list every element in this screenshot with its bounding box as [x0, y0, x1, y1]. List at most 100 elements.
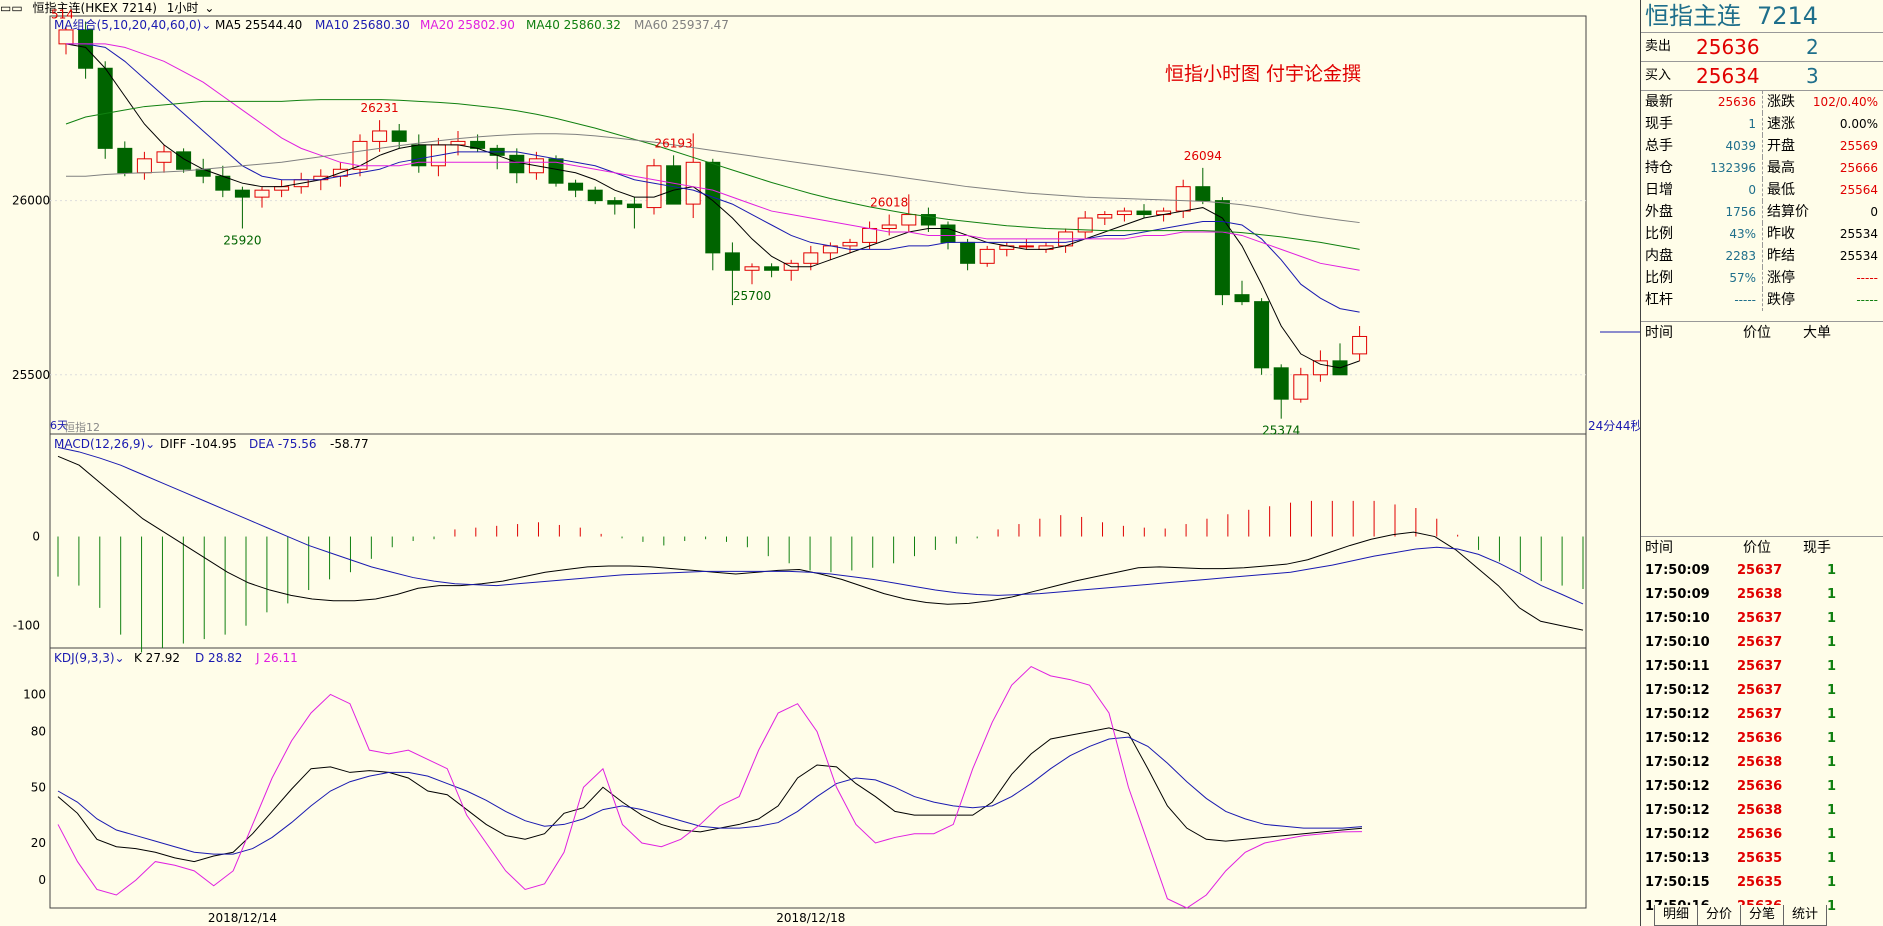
col-time: 时间 — [1645, 325, 1673, 341]
stat-row: 内盘 2283 昨结 25534 — [1641, 245, 1883, 267]
macd-dea: DEA -75.56 — [249, 437, 317, 451]
stat-key: 昨收 — [1767, 226, 1795, 242]
trade-price: 25635 — [1737, 851, 1783, 866]
trade-volume: 1 — [1827, 851, 1837, 866]
stat-row: 总手 4039 开盘 25569 — [1641, 135, 1883, 157]
stat-cell: 跌停 ----- — [1762, 289, 1883, 311]
candle — [666, 165, 682, 205]
candle — [568, 182, 584, 191]
price-annotation: 26193 — [655, 136, 693, 150]
tab-price[interactable]: 分价 — [1697, 905, 1742, 926]
stat-value: 25636 — [1717, 95, 1756, 109]
candle — [1293, 374, 1309, 400]
col-price: 价位 — [1743, 325, 1771, 341]
candle — [705, 161, 721, 254]
tab-detail[interactable]: 明细 — [1654, 905, 1699, 926]
trade-time: 17:50:09 — [1645, 563, 1710, 578]
trade-volume: 1 — [1827, 755, 1837, 770]
candle — [1234, 294, 1250, 303]
y-tick-label: 26000 — [12, 194, 50, 208]
col-price: 价位 — [1743, 540, 1771, 556]
trade-row: 17:50:13 25635 1 — [1641, 847, 1883, 871]
candle — [685, 161, 701, 205]
candle — [626, 203, 642, 209]
macd-title[interactable]: MACD(12,26,9)⌄ — [54, 437, 155, 451]
quote-header: 恒指主连 7214 — [1641, 0, 1883, 33]
trade-list[interactable]: 17:50:09 25637 1 17:50:09 25638 1 17:50:10 2563… — [1641, 559, 1883, 919]
buy-row: 买入 25634 3 — [1641, 61, 1883, 90]
stat-value: 1756 — [1725, 205, 1756, 219]
trade-volume: 1 — [1827, 611, 1837, 626]
trade-row: 17:50:12 25637 1 — [1641, 679, 1883, 703]
trade-row: 17:50:12 25636 1 — [1641, 823, 1883, 847]
trade-row: 17:50:12 25638 1 — [1641, 799, 1883, 823]
trade-time: 17:50:13 — [1645, 851, 1710, 866]
tab-stats[interactable]: 统计 — [1783, 905, 1828, 926]
y-tick-label: 20 — [31, 836, 46, 850]
candle — [1273, 367, 1289, 400]
candle — [842, 241, 858, 247]
candle — [979, 248, 995, 264]
plot-frame — [49, 15, 1587, 909]
stat-cell: 外盘 1756 — [1641, 201, 1762, 223]
trade-row: 17:50:09 25637 1 — [1641, 559, 1883, 583]
big-order-list[interactable] — [1641, 344, 1883, 536]
quote-panel: 恒指主连 7214 卖出 25636 2 买入 25634 3 最新 25636 涨跌… — [1640, 0, 1883, 926]
trade-price: 25635 — [1737, 875, 1783, 890]
detail-tabs: 明细 分价 分笔 统计 — [1640, 905, 1883, 926]
macd-line — [57, 455, 1584, 631]
kdj-line — [57, 736, 1363, 855]
trade-price: 25637 — [1737, 659, 1783, 674]
stat-cell: 杠杆 ----- — [1641, 289, 1762, 311]
price-annotation: 25700 — [733, 289, 771, 303]
stat-key: 外盘 — [1645, 204, 1673, 220]
trade-price: 25637 — [1737, 635, 1783, 650]
ma5-label: MA5 25544.40 — [215, 18, 302, 32]
stat-value: 4039 — [1725, 139, 1756, 153]
trade-time: 17:50:12 — [1645, 803, 1710, 818]
trade-row: 17:50:12 25637 1 — [1641, 703, 1883, 727]
stat-cell: 最低 25564 — [1762, 179, 1883, 201]
candle — [450, 140, 466, 146]
candle — [136, 158, 152, 174]
trade-volume: 1 — [1827, 803, 1837, 818]
stat-value: 2283 — [1725, 249, 1756, 263]
trade-row: 17:50:12 25638 1 — [1641, 751, 1883, 775]
annotation-text: 恒指小时图 付宇论金撰 — [1165, 63, 1361, 85]
trade-price: 25638 — [1737, 803, 1783, 818]
main-indicator-title[interactable]: MA组合(5,10,20,40,60,0)⌄ — [54, 17, 211, 32]
stat-cell: 结算价 0 — [1762, 201, 1883, 223]
trade-price: 25637 — [1737, 611, 1783, 626]
stat-row: 杠杆 ----- 跌停 ----- — [1641, 289, 1883, 311]
trade-price: 25636 — [1737, 731, 1783, 746]
stat-cell: 昨结 25534 — [1762, 245, 1883, 267]
trade-time: 17:50:12 — [1645, 683, 1710, 698]
stat-row: 现手 1 速涨 0.00% — [1641, 113, 1883, 135]
kdj-title[interactable]: KDJ(9,3,3)⌄ — [54, 651, 125, 665]
sell-label: 卖出 — [1645, 39, 1672, 54]
x-tick-label: 2018/12/14 — [208, 911, 277, 925]
trade-row: 17:50:09 25638 1 — [1641, 583, 1883, 607]
candle — [1018, 245, 1034, 248]
stat-key: 速涨 — [1767, 116, 1795, 132]
stat-row: 外盘 1756 结算价 0 — [1641, 201, 1883, 223]
col-time: 时间 — [1645, 540, 1673, 556]
stat-value: 0.00% — [1839, 117, 1878, 131]
sell-volume: 2 — [1806, 35, 1819, 59]
candle — [803, 252, 819, 264]
price-annotation: 26231 — [361, 101, 399, 115]
stat-cell: 涨跌 102/0.40% — [1762, 91, 1883, 113]
tab-tick[interactable]: 分笔 — [1740, 905, 1785, 926]
y-tick-label: 0 — [38, 873, 46, 887]
trade-price: 25638 — [1737, 587, 1783, 602]
stat-cell: 比例 43% — [1641, 223, 1762, 245]
trade-time: 17:50:12 — [1645, 707, 1710, 722]
candle — [764, 266, 780, 271]
stat-value: 25666 — [1839, 161, 1878, 175]
trade-row: 17:50:12 25636 1 — [1641, 727, 1883, 751]
stat-key: 最高 — [1767, 160, 1795, 176]
candle — [195, 168, 211, 177]
trade-price: 25638 — [1737, 755, 1783, 770]
chart-area[interactable]: 2600025500 51425920262312619325700260182… — [0, 0, 1640, 926]
col-volume: 现手 — [1803, 540, 1831, 556]
